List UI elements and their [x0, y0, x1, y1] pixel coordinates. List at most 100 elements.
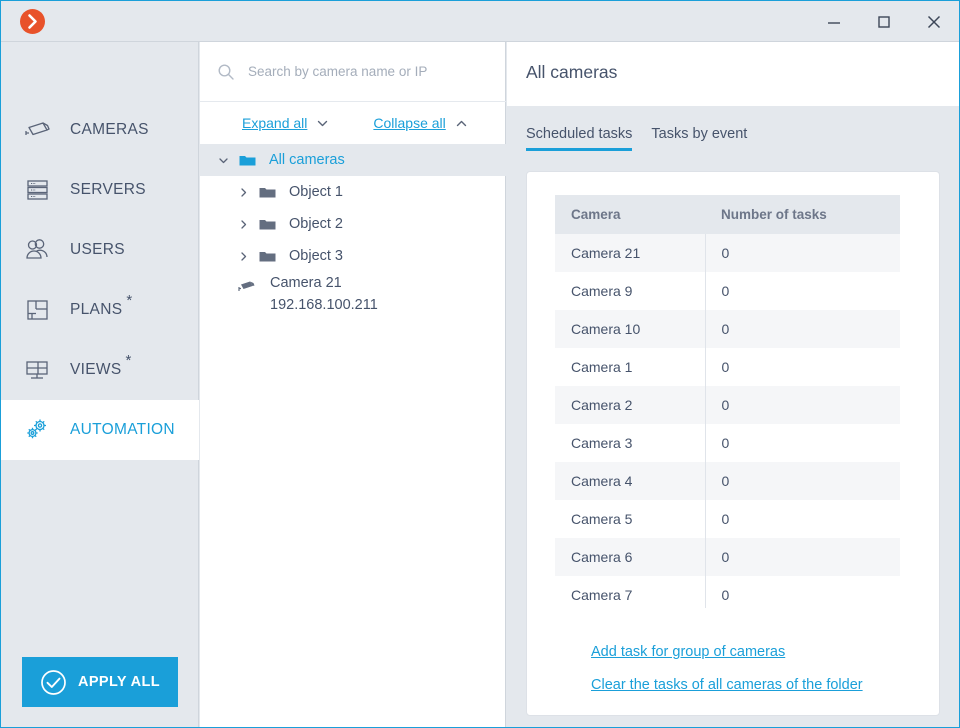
tree-node-label: Object 1: [289, 184, 343, 200]
cell-camera: Camera 21: [555, 234, 706, 272]
expand-all-label: Expand all: [242, 115, 308, 131]
window-controls: [809, 1, 959, 42]
sidebar-item-servers[interactable]: SERVERS: [1, 160, 199, 220]
sidebar-item-views[interactable]: VIEWS *: [1, 340, 199, 400]
sidebar-item-label: AUTOMATION: [70, 421, 175, 438]
cell-tasks: 0: [721, 435, 730, 451]
collapse-all-label: Collapse all: [373, 115, 446, 131]
chevron-down-icon[interactable]: [217, 154, 230, 167]
sidebar-item-label: USERS: [70, 241, 125, 258]
cell-tasks: 0: [721, 587, 730, 603]
tree-node-object-1[interactable]: Object 1: [200, 176, 506, 208]
cell-tasks: 0: [721, 283, 730, 299]
collapse-all-button[interactable]: Collapse all: [373, 115, 467, 131]
cell-camera: Camera 2: [555, 386, 706, 424]
sidebar-item-label: PLANS: [70, 301, 123, 318]
cell-camera: Camera 9: [555, 272, 706, 310]
tree-node-label: Object 3: [289, 248, 343, 264]
apply-all-button[interactable]: APPLY ALL: [22, 657, 178, 707]
table-row[interactable]: Camera 6 0: [555, 538, 900, 576]
maximize-button[interactable]: [859, 1, 909, 42]
tasks-card: Camera Number of tasks Camera 21 0 Camer…: [526, 171, 940, 716]
table-row[interactable]: Camera 10 0: [555, 310, 900, 348]
chevron-down-icon: [316, 117, 329, 130]
table-row[interactable]: Camera 3 0: [555, 424, 900, 462]
chevron-right-icon[interactable]: [237, 250, 250, 263]
apply-all-label: APPLY ALL: [77, 674, 161, 690]
application-window: CAMERAS SERVERS USERS PLANS * VIEWS * AU…: [0, 0, 960, 728]
sidebar-item-label: SERVERS: [70, 181, 146, 198]
table-row[interactable]: Camera 2 0: [555, 386, 900, 424]
table-row[interactable]: Camera 1 0: [555, 348, 900, 386]
camera-tree: All cameras Object 1 Object 2 Object 3 C…: [200, 144, 506, 320]
cell-camera: Camera 5: [555, 500, 706, 538]
tab-scheduled-tasks[interactable]: Scheduled tasks: [526, 126, 633, 151]
sidebar-item-label: CAMERAS: [70, 121, 149, 138]
sidebar-item-plans[interactable]: PLANS *: [1, 280, 199, 340]
table-row[interactable]: Camera 21 0: [555, 234, 900, 272]
search-icon: [217, 63, 235, 81]
close-button[interactable]: [909, 1, 959, 42]
cell-tasks: 0: [721, 397, 730, 413]
users-icon: [21, 233, 55, 267]
minimize-button[interactable]: [809, 1, 859, 42]
search-input[interactable]: [248, 64, 496, 79]
camera-tree-panel: Expand all Collapse all: [200, 42, 506, 727]
plans-icon: [21, 293, 55, 327]
check-circle-icon: [40, 669, 67, 696]
cell-tasks: 0: [721, 359, 730, 375]
sidebar-item-cameras[interactable]: CAMERAS: [1, 100, 199, 160]
cell-tasks: 0: [721, 245, 730, 261]
views-icon: [21, 353, 55, 387]
cell-tasks: 0: [721, 511, 730, 527]
sidebar-item-users[interactable]: USERS: [1, 220, 199, 280]
cell-tasks: 0: [721, 549, 730, 565]
camera-node-text: Camera 21 192.168.100.211: [270, 272, 378, 316]
cell-camera: Camera 3: [555, 424, 706, 462]
camera-icon: [21, 113, 55, 147]
sidebar: CAMERAS SERVERS USERS PLANS * VIEWS * AU…: [1, 42, 199, 727]
tree-toolbar: Expand all Collapse all: [200, 102, 506, 144]
minimize-icon: [828, 21, 840, 24]
close-icon: [927, 15, 941, 28]
cell-camera: Camera 6: [555, 538, 706, 576]
content-header: All cameras: [507, 42, 959, 106]
cell-camera: Camera 10: [555, 310, 706, 348]
cell-camera: Camera 1: [555, 348, 706, 386]
tasks-table: Camera Number of tasks Camera 21 0 Camer…: [555, 195, 900, 608]
column-header-camera: Camera: [555, 195, 705, 234]
chevron-right-icon[interactable]: [237, 186, 250, 199]
expand-all-button[interactable]: Expand all: [242, 115, 329, 131]
camera-icon: [237, 279, 256, 293]
sidebar-item-automation[interactable]: AUTOMATION: [1, 400, 199, 460]
tree-node-label: All cameras: [269, 152, 345, 168]
title-bar: [1, 1, 959, 42]
clear-tasks-link[interactable]: Clear the tasks of all cameras of the fo…: [591, 677, 863, 693]
tree-node-object-2[interactable]: Object 2: [200, 208, 506, 240]
table-row[interactable]: Camera 7 0: [555, 576, 900, 608]
tab-bar: Scheduled tasks Tasks by event: [507, 106, 959, 151]
search-bar: [200, 42, 506, 102]
chevron-right-icon[interactable]: [237, 218, 250, 231]
folder-icon: [259, 249, 276, 263]
tab-tasks-by-event[interactable]: Tasks by event: [651, 126, 747, 151]
app-logo-icon: [20, 9, 45, 34]
content-panel: All cameras Scheduled tasks Tasks by eve…: [507, 42, 959, 727]
views-modified-star: *: [125, 352, 132, 369]
tree-node-all-cameras[interactable]: All cameras: [200, 144, 506, 176]
table-row[interactable]: Camera 9 0: [555, 272, 900, 310]
table-row[interactable]: Camera 4 0: [555, 462, 900, 500]
cell-tasks: 0: [721, 473, 730, 489]
tree-node-object-3[interactable]: Object 3: [200, 240, 506, 272]
table-row[interactable]: Camera 5 0: [555, 500, 900, 538]
cell-tasks: 0: [721, 321, 730, 337]
tree-node-camera-21[interactable]: Camera 21 192.168.100.211: [200, 272, 506, 320]
tasks-table-wrapper: Camera Number of tasks Camera 21 0 Camer…: [555, 195, 928, 608]
add-task-for-group-link[interactable]: Add task for group of cameras: [591, 644, 863, 660]
camera-node-ip: 192.168.100.211: [270, 297, 378, 313]
cell-camera: Camera 7: [555, 576, 706, 608]
page-title: All cameras: [526, 62, 618, 82]
folder-icon: [259, 185, 276, 199]
folder-icon: [259, 217, 276, 231]
chevron-up-icon: [455, 117, 468, 130]
